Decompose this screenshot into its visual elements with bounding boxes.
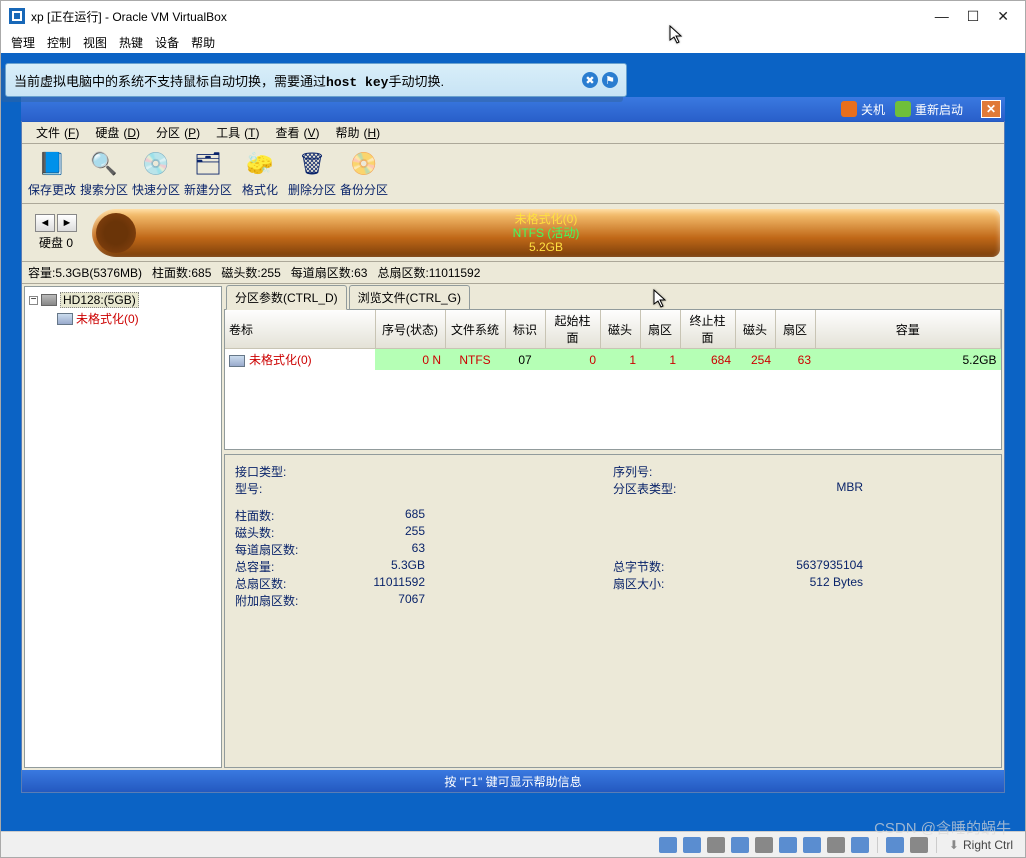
power-icon <box>841 101 857 117</box>
dg-footer: 按 "F1" 键可显示帮助信息 <box>22 770 1004 792</box>
disk-heads: 磁头数:255 <box>221 264 280 281</box>
tool-backup[interactable]: 📀备份分区 <box>338 147 390 201</box>
diskgenius-window: DiskGenius DOS版 V4.3.0 专业版 文件(F) 硬盘(D) 分… <box>21 97 1005 793</box>
vbox-app-icon <box>9 8 25 24</box>
dg-menu-tools[interactable]: 工具(T) <box>208 122 263 143</box>
disk-capacity: 容量:5.3GB(5376MB) <box>28 264 142 281</box>
vbox-menu-manage[interactable]: 管理 <box>11 34 35 51</box>
status-usb-icon[interactable] <box>755 837 773 853</box>
restart-button[interactable]: 重新启动 <box>895 101 963 118</box>
disk-total-sectors: 总扇区数:11011592 <box>377 264 480 281</box>
search-icon: 🔍 <box>89 149 119 179</box>
close-button[interactable]: ✕ <box>997 8 1009 25</box>
disk-tree[interactable]: − HD128:(5GB) 未格式化(0) <box>24 286 222 768</box>
notice-suppress-icon[interactable]: ⚑ <box>602 72 618 88</box>
disk-nav: ◄ ► 硬盘 0 <box>26 214 86 251</box>
vbox-window: xp [正在运行] - Oracle VM VirtualBox — ☐ ✕ 管… <box>0 0 1026 858</box>
tree-collapse-icon[interactable]: − <box>29 296 38 305</box>
status-network-icon[interactable] <box>731 837 749 853</box>
vbox-title: xp [正在运行] - Oracle VM VirtualBox <box>31 8 935 25</box>
window-buttons: — ☐ ✕ <box>935 8 1017 25</box>
save-icon: 📘 <box>37 149 67 179</box>
vbox-titlebar[interactable]: xp [正在运行] - Oracle VM VirtualBox — ☐ ✕ <box>1 1 1025 31</box>
newpart-icon: 🗂 <box>193 149 223 179</box>
tool-format[interactable]: 🧽格式化 <box>234 147 286 201</box>
vbox-menu-view[interactable]: 视图 <box>83 34 107 51</box>
tool-save[interactable]: 📘保存更改 <box>26 147 78 201</box>
status-audio-icon[interactable] <box>707 837 725 853</box>
tree-disk-label: HD128:(5GB) <box>60 292 139 308</box>
dg-menu-disk[interactable]: 硬盘(D) <box>87 122 144 143</box>
restart-icon <box>895 101 911 117</box>
dg-tabs: 分区参数(CTRL_D) 浏览文件(CTRL_G) <box>224 286 1002 310</box>
minimize-button[interactable]: — <box>935 8 949 25</box>
tree-partition-label: 未格式化(0) <box>76 310 139 327</box>
xp-logoff-bar: 关机 重新启动 ✕ <box>21 97 1005 121</box>
disk-nav-label: 硬盘 0 <box>39 234 73 251</box>
status-keyboard-icon[interactable] <box>910 837 928 853</box>
tree-disk-node[interactable]: − HD128:(5GB) <box>29 291 217 309</box>
xp-close-button[interactable]: ✕ <box>981 100 1001 118</box>
trash-icon: 🗑 <box>297 149 327 179</box>
dg-menu-file[interactable]: 文件(F) <box>28 122 83 143</box>
partition-icon <box>229 355 245 367</box>
dg-menu-view[interactable]: 查看(V) <box>267 122 323 143</box>
dg-body: − HD128:(5GB) 未格式化(0) 分区参数(CTRL_D) 浏览文件(… <box>22 284 1004 770</box>
disk-detail-panel: 接口类型: 序列号: 型号: 分区表类型:MBR 柱面数:685 <box>224 454 1002 768</box>
tab-partition-params[interactable]: 分区参数(CTRL_D) <box>226 285 347 310</box>
notice-text: 当前虚拟电脑中的系统不支持鼠标自动切换，需要通过host key手动切换. <box>14 71 582 90</box>
disk-cylinders: 柱面数:685 <box>152 264 211 281</box>
dg-menu-help[interactable]: 帮助(H) <box>327 122 384 143</box>
tool-quickpart[interactable]: 💿快速分区 <box>130 147 182 201</box>
disk-status-line: 容量:5.3GB(5376MB) 柱面数:685 磁头数:255 每道扇区数:6… <box>22 262 1004 284</box>
status-record-icon[interactable] <box>827 837 845 853</box>
tree-partition-node[interactable]: 未格式化(0) <box>29 309 217 328</box>
dg-menu-partition[interactable]: 分区(P) <box>148 122 204 143</box>
vbox-menu: 管理 控制 视图 热键 设备 帮助 <box>1 31 1025 53</box>
status-optical-icon[interactable] <box>683 837 701 853</box>
next-disk-button[interactable]: ► <box>57 214 77 232</box>
tab-browse-files[interactable]: 浏览文件(CTRL_G) <box>349 285 470 309</box>
host-key-indicator[interactable]: ⬇Right Ctrl <box>945 838 1017 852</box>
status-cpu-icon[interactable] <box>851 837 869 853</box>
status-display-icon[interactable] <box>803 837 821 853</box>
disk-overview: ◄ ► 硬盘 0 未格式化(0) NTFS (活动) 5.2GB <box>22 204 1004 262</box>
maximize-button[interactable]: ☐ <box>967 8 980 25</box>
prev-disk-button[interactable]: ◄ <box>35 214 55 232</box>
backup-icon: 📀 <box>349 149 379 179</box>
dg-toolbar: 📘保存更改 🔍搜索分区 💿快速分区 🗂新建分区 🧽格式化 🗑删除分区 📀备份分区 <box>22 144 1004 204</box>
vbox-menu-hotkey[interactable]: 热键 <box>119 34 143 51</box>
partition-icon <box>57 313 73 325</box>
notice-close-icon[interactable]: ✖ <box>582 72 598 88</box>
tool-delete[interactable]: 🗑删除分区 <box>286 147 338 201</box>
table-row[interactable]: 未格式化(0) 0 N NTFS 07 0 1 1 684 254 63 5.2 <box>225 349 1001 371</box>
tool-search[interactable]: 🔍搜索分区 <box>78 147 130 201</box>
format-icon: 🧽 <box>245 149 275 179</box>
status-shared-icon[interactable] <box>779 837 797 853</box>
vbox-menu-help[interactable]: 帮助 <box>191 34 215 51</box>
shutdown-button[interactable]: 关机 <box>841 101 885 118</box>
partition-table[interactable]: 卷标 序号(状态) 文件系统 标识 起始柱面 磁头 扇区 终止柱面 磁头 扇区 <box>224 310 1002 450</box>
guest-screen: 当前虚拟电脑中的系统不支持鼠标自动切换，需要通过host key手动切换. ✖ … <box>1 53 1025 831</box>
table-header-row: 卷标 序号(状态) 文件系统 标识 起始柱面 磁头 扇区 终止柱面 磁头 扇区 <box>225 310 1001 349</box>
disk-bar[interactable]: 未格式化(0) NTFS (活动) 5.2GB <box>92 209 1000 257</box>
tool-newpart[interactable]: 🗂新建分区 <box>182 147 234 201</box>
dg-right-panel: 分区参数(CTRL_D) 浏览文件(CTRL_G) 卷标 序号(状态) 文件系统… <box>224 286 1002 768</box>
disc-icon: 💿 <box>141 149 171 179</box>
vbox-menu-control[interactable]: 控制 <box>47 34 71 51</box>
disk-bar-text: 未格式化(0) NTFS (活动) 5.2GB <box>513 212 580 254</box>
dg-menu: 文件(F) 硬盘(D) 分区(P) 工具(T) 查看(V) 帮助(H) <box>22 122 1004 144</box>
status-mouse-icon[interactable] <box>886 837 904 853</box>
mouse-capture-notice: 当前虚拟电脑中的系统不支持鼠标自动切换，需要通过host key手动切换. ✖ … <box>5 63 627 97</box>
vbox-statusbar: ⬇Right Ctrl <box>1 831 1025 857</box>
vbox-menu-devices[interactable]: 设备 <box>155 34 179 51</box>
hdd-icon <box>41 294 57 306</box>
status-hdd-icon[interactable] <box>659 837 677 853</box>
disk-spt: 每道扇区数:63 <box>291 264 368 281</box>
